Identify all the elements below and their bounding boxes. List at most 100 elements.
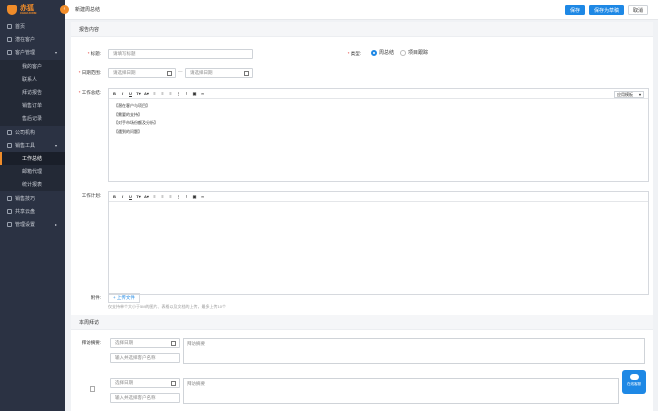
font-size-button[interactable]: T▾ [136, 91, 141, 96]
template-select[interactable]: 应用模板 ▾ [614, 90, 644, 98]
online-support-button[interactable]: 在线客服 [622, 370, 646, 394]
type-label: * 类型: [347, 51, 361, 56]
building-icon [7, 129, 12, 135]
lightbulb-icon [7, 195, 12, 201]
collapse-sidebar-button[interactable]: ‹ [60, 5, 69, 14]
align-right-icon[interactable]: ≡ [168, 91, 173, 96]
section-report-header: 报告内容 [71, 22, 653, 37]
visit-summary-label: 拜访摘要: [81, 340, 101, 345]
sidebar-item-statistics[interactable]: 统计报表 [0, 178, 65, 192]
top-header: 新建周总结 保存 保存为草稿 取消 [65, 0, 658, 20]
sidebar-item-visit-reports[interactable]: 拜访报告 [0, 85, 65, 100]
align-center-icon[interactable]: ≡ [160, 91, 165, 96]
chevron-down-icon: ▾ [54, 142, 57, 148]
italic-button[interactable]: I [120, 91, 125, 96]
sidebar-item-home[interactable]: 首页 [0, 20, 65, 33]
plan-editor[interactable]: B I U T▾ A▾ ≡ ≡ ≡ ⋮ ⁝ ▣ ∞ [108, 191, 649, 295]
visit-customer-input[interactable]: 输入并选择客户名称 [110, 353, 180, 363]
sidebar-item-after-sales[interactable]: 售后记录 [0, 112, 65, 126]
save-draft-button[interactable]: 保存为草稿 [588, 5, 624, 15]
visit-date-input[interactable]: 选择日期 [110, 378, 180, 388]
underline-button[interactable]: U [128, 91, 133, 96]
align-left-icon[interactable]: ≡ [152, 91, 157, 96]
visit-date-input[interactable]: 选择日期 [110, 338, 180, 348]
chevron-right-icon: ▸ [54, 221, 57, 227]
date-start-input[interactable]: 请选择日期 [108, 68, 176, 78]
unordered-list-icon[interactable]: ⁝ [184, 194, 189, 199]
brand-subtitle: CHIHUCRM [20, 11, 37, 15]
calendar-icon [167, 71, 172, 76]
cancel-button[interactable]: 取消 [627, 5, 648, 15]
underline-button[interactable]: U [128, 194, 133, 199]
font-color-button[interactable]: A▾ [144, 91, 149, 96]
italic-button[interactable]: I [120, 194, 125, 199]
sidebar-item-email-proxy[interactable]: 邮箱代理 [0, 165, 65, 179]
font-size-button[interactable]: T▾ [136, 194, 141, 199]
type-weekly-radio[interactable]: 周总结 [371, 49, 394, 56]
plan-label: 工作计划: [81, 193, 101, 198]
fox-logo-icon [7, 5, 17, 15]
chevron-down-icon: ▾ [54, 50, 57, 56]
plan-toolbar: B I U T▾ A▾ ≡ ≡ ≡ ⋮ ⁝ ▣ ∞ [109, 192, 648, 202]
image-icon[interactable]: ▣ [192, 194, 197, 199]
sidebar-item-cloud-drive[interactable]: 共享云盘 [0, 205, 65, 218]
summary-editor[interactable]: B I U T▾ A▾ ≡ ≡ ≡ ⋮ ⁝ ▣ ∞ 应用模板 ▾ 【潜在客户与项目】 【需要的支持】 【… [108, 88, 649, 182]
align-center-icon[interactable]: ≡ [160, 194, 165, 199]
visit-summary-textarea[interactable]: 拜访摘要 [183, 378, 619, 404]
date-range-label: * 日期范围: [78, 70, 101, 75]
type-project-radio[interactable]: 项目跟踪 [400, 49, 428, 56]
image-icon[interactable]: ▣ [192, 91, 197, 96]
link-icon[interactable]: ∞ [200, 91, 205, 96]
summary-line: 【对手市场份额及分析】 [114, 120, 158, 125]
calendar-icon [171, 381, 176, 386]
summary-label: * 工作总结: [78, 90, 101, 95]
align-right-icon[interactable]: ≡ [168, 194, 173, 199]
align-left-icon[interactable]: ≡ [152, 194, 157, 199]
bold-button[interactable]: B [112, 194, 117, 199]
sidebar-item-settings[interactable]: 管理设置 ▸ [0, 218, 65, 231]
visit-summary-textarea[interactable]: 拜访摘要 [183, 338, 645, 364]
main-content: 报告内容 * 标题: 请填写标题 * 类型: 周总结 项目跟踪 * 日期范围: … [71, 22, 653, 411]
sidebar-item-contacts[interactable]: 联系人 [0, 72, 65, 86]
summary-line: 【潜在客户与项目】 [114, 103, 150, 108]
sidebar-item-customers[interactable]: 客户管理 ▾ [0, 46, 65, 59]
leads-icon [7, 37, 12, 43]
bold-button[interactable]: B [112, 91, 117, 96]
summary-line: 【需要的支持】 [114, 111, 142, 117]
summary-line: 【遇到的问题】 [114, 128, 142, 134]
title-input[interactable]: 请填写标题 [108, 49, 253, 59]
cloud-icon [7, 208, 12, 214]
visit-customer-input[interactable]: 输入并选择客户名称 [110, 393, 180, 403]
sidebar: 赤狐 CHIHUCRM 首页 潜在客户 客户管理 ▾ 我的客户 联系人 拜访报告 … [0, 0, 65, 411]
sidebar-item-sales-tips[interactable]: 销售技巧 [0, 191, 65, 204]
sidebar-item-my-customers[interactable]: 我的客户 [0, 59, 65, 73]
upload-file-button[interactable]: + 上传文件 [108, 293, 140, 303]
sidebar-item-work-summary[interactable]: 工作总结 [0, 151, 65, 166]
home-icon [7, 24, 12, 30]
sidebar-item-leads[interactable]: 潜在客户 [0, 33, 65, 46]
sidebar-item-sales-tools[interactable]: 销售工具 ▾ [0, 139, 65, 152]
link-icon[interactable]: ∞ [200, 194, 205, 199]
chat-icon [629, 374, 639, 380]
attachment-label: 附件: [90, 295, 101, 300]
title-label: * 标题: [87, 51, 101, 56]
unordered-list-icon[interactable]: ⁝ [184, 91, 189, 96]
trash-icon[interactable] [90, 386, 95, 392]
customers-icon [7, 50, 12, 56]
gear-icon [7, 221, 12, 227]
sidebar-item-organizations[interactable]: 公司机构 [0, 126, 65, 139]
sidebar-item-sales-orders[interactable]: 销售订单 [0, 99, 65, 113]
font-color-button[interactable]: A▾ [144, 194, 149, 199]
toolbox-icon [7, 142, 12, 148]
summary-toolbar: B I U T▾ A▾ ≡ ≡ ≡ ⋮ ⁝ ▣ ∞ 应用模板 ▾ [109, 89, 648, 99]
section-visits-header: 本周拜访 [71, 315, 653, 330]
date-end-input[interactable]: 请选择日期 [185, 68, 253, 78]
ordered-list-icon[interactable]: ⋮ [176, 194, 181, 199]
calendar-icon [171, 341, 176, 346]
logo[interactable]: 赤狐 CHIHUCRM [0, 0, 65, 20]
ordered-list-icon[interactable]: ⋮ [176, 91, 181, 96]
page-title: 新建周总结 [75, 7, 101, 13]
calendar-icon [244, 71, 249, 76]
save-button[interactable]: 保存 [564, 5, 585, 15]
date-separator: — [178, 69, 183, 74]
